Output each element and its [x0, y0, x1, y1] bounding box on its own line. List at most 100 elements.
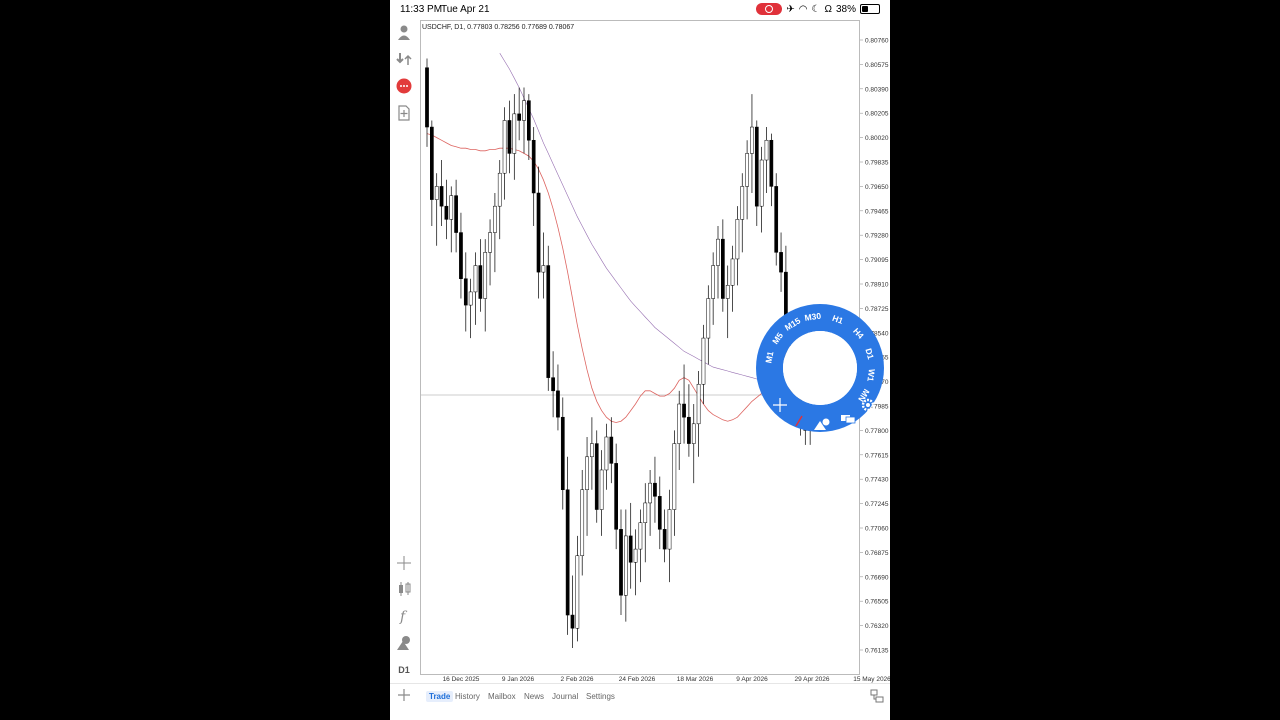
candle[interactable]	[546, 245, 551, 391]
candle-body	[449, 195, 454, 220]
y-tick-label: 0.80020	[865, 135, 889, 142]
tab-settings[interactable]: Settings	[586, 692, 615, 701]
candle[interactable]	[779, 232, 783, 292]
candle[interactable]	[463, 252, 468, 332]
candle[interactable]	[483, 239, 488, 332]
tab-mailbox[interactable]: Mailbox	[488, 692, 516, 701]
y-tick-label: 0.76875	[865, 550, 889, 557]
candle-body	[779, 252, 783, 273]
candle[interactable]	[507, 100, 512, 174]
candle[interactable]	[449, 186, 454, 253]
candle[interactable]	[478, 239, 483, 312]
candle[interactable]	[614, 443, 619, 550]
candle[interactable]	[551, 351, 555, 418]
candle[interactable]	[643, 483, 648, 563]
tab-journal[interactable]: Journal	[552, 692, 578, 701]
candle[interactable]	[512, 94, 517, 180]
candle[interactable]	[459, 212, 463, 299]
timeframe-w1[interactable]: W1	[865, 368, 877, 382]
candle[interactable]	[677, 390, 682, 470]
timeframe-ring[interactable]: M1M5M15 M30 H1H4D1W1MN	[752, 302, 890, 462]
candle[interactable]	[667, 489, 672, 583]
candle-body	[706, 298, 711, 339]
candle[interactable]	[594, 430, 599, 523]
candle[interactable]	[527, 94, 531, 161]
candle[interactable]	[454, 179, 458, 253]
candle[interactable]	[701, 324, 706, 405]
candle[interactable]	[430, 120, 434, 226]
candle[interactable]	[774, 173, 779, 266]
candle[interactable]	[468, 278, 473, 339]
tab-history[interactable]: History	[455, 692, 480, 701]
split-screen-icon[interactable]	[870, 689, 884, 705]
bottom-tab-bar: Trade History Mailbox News Journal Setti…	[390, 683, 890, 708]
x-tick-label: 18 Mar 2026	[677, 676, 714, 683]
candle[interactable]	[745, 140, 749, 220]
candle[interactable]	[560, 397, 565, 510]
candle[interactable]	[653, 456, 657, 523]
candle[interactable]	[633, 529, 638, 596]
candle-body	[599, 469, 604, 510]
candle[interactable]	[691, 404, 696, 484]
candle[interactable]	[565, 456, 570, 635]
candle[interactable]	[740, 173, 745, 253]
candle[interactable]	[585, 436, 589, 536]
candle[interactable]	[444, 179, 449, 240]
candle[interactable]	[754, 120, 759, 226]
candle[interactable]	[536, 166, 541, 299]
candle[interactable]	[662, 509, 667, 563]
candle[interactable]	[604, 423, 609, 490]
candle[interactable]	[624, 509, 628, 622]
candle[interactable]	[750, 94, 754, 193]
candle[interactable]	[657, 476, 662, 550]
candle[interactable]	[541, 232, 546, 299]
candle[interactable]	[590, 417, 594, 490]
candle[interactable]	[638, 509, 643, 583]
candle-body	[493, 205, 497, 233]
candle[interactable]	[488, 219, 492, 286]
candle[interactable]	[473, 252, 478, 325]
candle[interactable]	[769, 133, 774, 207]
candle-body	[619, 529, 623, 596]
candle[interactable]	[522, 87, 526, 154]
x-tick-label: 16 Dec 2025	[443, 676, 480, 683]
candle[interactable]	[711, 252, 715, 325]
candle-body	[580, 489, 585, 556]
candle[interactable]	[628, 502, 633, 589]
candle[interactable]	[575, 535, 580, 642]
candle[interactable]	[599, 450, 604, 536]
candle[interactable]	[556, 364, 560, 431]
y-tick-label: 0.78910	[865, 282, 889, 289]
candle[interactable]	[716, 225, 720, 299]
candle[interactable]	[648, 469, 652, 536]
candle[interactable]	[497, 160, 502, 240]
candle[interactable]	[580, 469, 585, 576]
candle[interactable]	[672, 430, 677, 536]
candle[interactable]	[721, 219, 725, 312]
candle[interactable]	[570, 575, 575, 649]
y-tick-label: 0.77060	[865, 526, 889, 533]
candle[interactable]	[725, 265, 730, 339]
candle[interactable]	[706, 285, 711, 365]
candle[interactable]	[696, 371, 701, 457]
tab-news[interactable]: News	[524, 692, 544, 701]
candle-body	[774, 186, 779, 253]
candle[interactable]	[531, 127, 536, 226]
y-tick-label: 0.80575	[865, 62, 889, 69]
candle[interactable]	[502, 107, 507, 200]
candle[interactable]	[764, 127, 769, 193]
candle-body	[546, 265, 551, 378]
candle[interactable]	[517, 87, 522, 141]
candle[interactable]	[619, 509, 623, 616]
candle-body	[682, 403, 686, 418]
tab-trade[interactable]: Trade	[426, 691, 454, 702]
candle[interactable]	[730, 245, 735, 312]
candle[interactable]	[493, 192, 497, 273]
y-tick-label: 0.79650	[865, 184, 889, 191]
candle[interactable]	[759, 146, 764, 233]
candle[interactable]	[735, 206, 740, 286]
candle[interactable]	[439, 160, 444, 226]
candle[interactable]	[682, 364, 686, 444]
candle[interactable]	[434, 173, 439, 246]
candle[interactable]	[609, 417, 614, 484]
